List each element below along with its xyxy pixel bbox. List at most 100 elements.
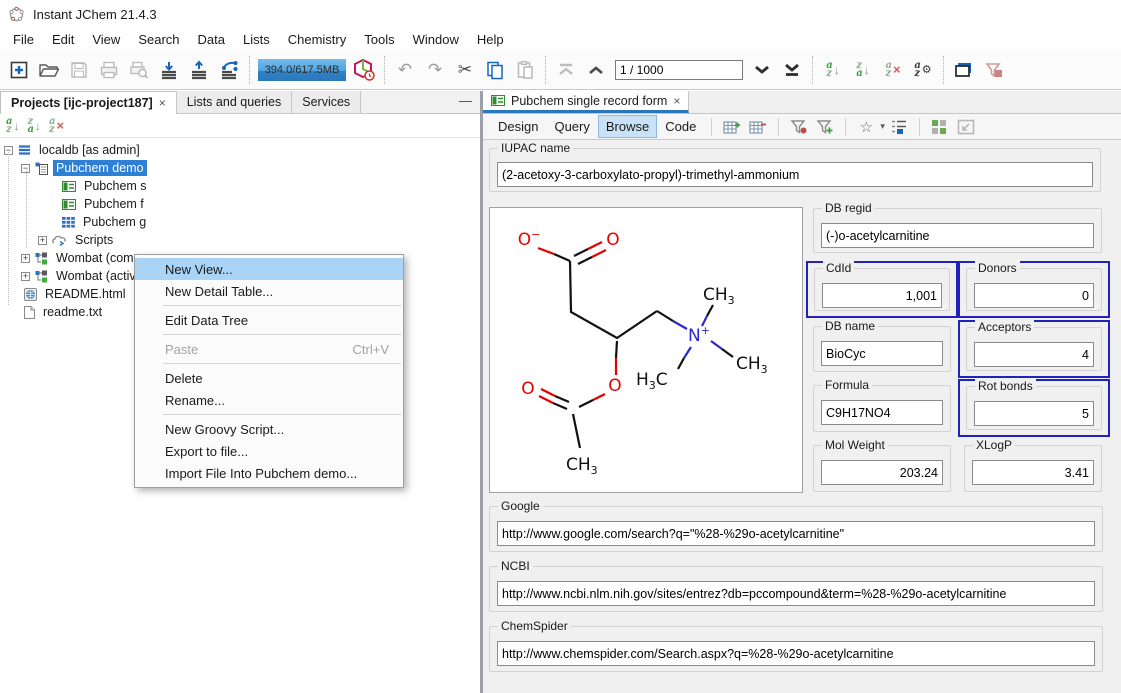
tree-item-pubchem-form-2[interactable]: Pubchem f <box>0 195 480 213</box>
menu-lists[interactable]: Lists <box>234 29 279 50</box>
sort-descending-icon[interactable]: za↓ <box>848 55 878 85</box>
jchem-logo-icon[interactable] <box>349 55 379 85</box>
menu-view[interactable]: View <box>83 29 129 50</box>
tab-pubchem-single-record-form[interactable]: Pubchem single record form × <box>483 91 689 113</box>
ncbi-url-field[interactable] <box>497 581 1095 606</box>
menu-help[interactable]: Help <box>468 29 513 50</box>
tree-item-scripts[interactable]: + Scripts <box>0 231 480 249</box>
expand-icon[interactable]: + <box>38 236 47 245</box>
redo-icon[interactable]: ↷ <box>420 55 450 85</box>
view-tab-query[interactable]: Query <box>547 116 596 137</box>
toolbar-separator <box>384 56 385 84</box>
db-name-field[interactable] <box>821 341 943 366</box>
expand-icon[interactable]: + <box>21 272 30 281</box>
context-menu-delete[interactable]: Delete <box>135 367 403 389</box>
context-menu-new-groovy-script[interactable]: New Groovy Script... <box>135 418 403 440</box>
cascade-windows-icon[interactable] <box>949 55 979 85</box>
donors-selection-outline[interactable]: Donors <box>958 261 1110 318</box>
export-icon[interactable] <box>184 55 214 85</box>
paste-icon[interactable] <box>510 55 540 85</box>
next-record-icon[interactable] <box>747 55 777 85</box>
context-menu-rename[interactable]: Rename... <box>135 389 403 411</box>
menu-file[interactable]: File <box>4 29 43 50</box>
clear-sort-icon[interactable]: az× <box>49 118 64 134</box>
donors-field[interactable] <box>974 283 1094 308</box>
sort-ascending-icon[interactable]: az↓ <box>6 118 19 134</box>
menu-chemistry[interactable]: Chemistry <box>279 29 356 50</box>
mol-weight-field[interactable] <box>821 460 943 485</box>
undo-icon[interactable]: ↶ <box>390 55 420 85</box>
print-preview-icon[interactable] <box>124 55 154 85</box>
filter-add-icon[interactable] <box>813 116 837 138</box>
tree-item-pubchem-demo[interactable]: − Pubchem demo <box>0 159 480 177</box>
clear-sort-icon[interactable]: az× <box>878 55 908 85</box>
menu-edit[interactable]: Edit <box>43 29 83 50</box>
context-menu-edit-data-tree[interactable]: Edit Data Tree <box>135 309 403 331</box>
menu-window[interactable]: Window <box>404 29 468 50</box>
google-url-field[interactable] <box>497 521 1095 546</box>
filter-current-icon[interactable] <box>787 116 811 138</box>
db-regid-field[interactable] <box>821 223 1094 248</box>
iupac-name-field[interactable] <box>497 162 1093 187</box>
star-dropdown-icon[interactable]: ▾ <box>880 121 885 132</box>
add-detail-table-icon[interactable] <box>720 116 744 138</box>
cdid-selection-outline[interactable]: CdId <box>806 261 958 318</box>
mol-weight-label: Mol Weight <box>822 438 888 452</box>
first-record-icon[interactable] <box>551 55 581 85</box>
context-menu-import-file[interactable]: Import File Into Pubchem demo... <box>135 462 403 484</box>
show-fields-icon[interactable] <box>887 116 911 138</box>
fit-to-widget-icon[interactable] <box>954 116 978 138</box>
sort-ascending-icon[interactable]: az↓ <box>818 55 848 85</box>
favorites-star-icon[interactable]: ☆ <box>854 116 878 138</box>
expand-icon[interactable]: + <box>21 254 30 263</box>
cut-icon[interactable]: ✂ <box>450 55 480 85</box>
tree-item-localdb[interactable]: − localdb [as admin] <box>0 141 480 159</box>
new-icon[interactable] <box>4 55 34 85</box>
tree-item-pubchem-form-1[interactable]: Pubchem s <box>0 177 480 195</box>
close-icon[interactable]: × <box>673 94 680 108</box>
window-title: Instant JChem 21.4.3 <box>33 7 157 22</box>
open-folder-icon[interactable] <box>34 55 64 85</box>
context-menu-new-view[interactable]: New View... <box>135 258 403 280</box>
structure-viewer[interactable]: O− O N+ CH3 CH3 H3C O O CH3 <box>489 207 803 493</box>
svg-text:H3C: H3C <box>636 370 668 392</box>
remove-detail-table-icon[interactable] <box>746 116 770 138</box>
sort-advanced-icon[interactable]: az⚙ <box>908 55 938 85</box>
rot-bonds-selection-outline[interactable]: Rot bonds <box>958 379 1110 437</box>
menu-data[interactable]: Data <box>189 29 234 50</box>
last-record-icon[interactable] <box>777 55 807 85</box>
print-icon[interactable] <box>94 55 124 85</box>
rot-bonds-field[interactable] <box>974 401 1094 426</box>
previous-record-icon[interactable] <box>581 55 611 85</box>
tab-lists-and-queries[interactable]: Lists and queries <box>177 91 293 113</box>
tree-item-pubchem-grid[interactable]: Pubchem g <box>0 213 480 231</box>
main-area: Projects [ijc-project187] × Lists and qu… <box>0 91 1121 693</box>
menu-tools[interactable]: Tools <box>355 29 403 50</box>
xlogp-field[interactable] <box>972 460 1094 485</box>
google-group: Google <box>489 506 1103 552</box>
view-tab-code[interactable]: Code <box>658 116 703 137</box>
tab-services[interactable]: Services <box>292 91 361 113</box>
context-menu-new-detail-table[interactable]: New Detail Table... <box>135 280 403 302</box>
acceptors-selection-outline[interactable]: Acceptors <box>958 320 1110 378</box>
view-tab-design[interactable]: Design <box>491 116 545 137</box>
import-icon[interactable] <box>154 55 184 85</box>
tab-projects[interactable]: Projects [ijc-project187] × <box>0 91 177 114</box>
formula-field[interactable] <box>821 400 943 425</box>
save-icon[interactable] <box>64 55 94 85</box>
record-position-input[interactable] <box>615 60 743 80</box>
copy-icon[interactable] <box>480 55 510 85</box>
memory-monitor[interactable]: 394.0/617.5MB <box>258 59 346 81</box>
minimize-icon[interactable]: — <box>459 93 472 108</box>
view-tab-browse[interactable]: Browse <box>599 116 656 137</box>
context-menu-export-to-file[interactable]: Export to file... <box>135 440 403 462</box>
chemspider-url-field[interactable] <box>497 641 1095 666</box>
share-export-icon[interactable] <box>214 55 244 85</box>
sort-descending-icon[interactable]: za↓ <box>27 118 40 134</box>
menu-search[interactable]: Search <box>129 29 188 50</box>
acceptors-field[interactable] <box>974 342 1094 367</box>
cdid-field[interactable] <box>822 283 942 308</box>
window-filter-icon[interactable] <box>979 55 1009 85</box>
layout-widgets-icon[interactable] <box>928 116 952 138</box>
close-icon[interactable]: × <box>159 96 166 110</box>
